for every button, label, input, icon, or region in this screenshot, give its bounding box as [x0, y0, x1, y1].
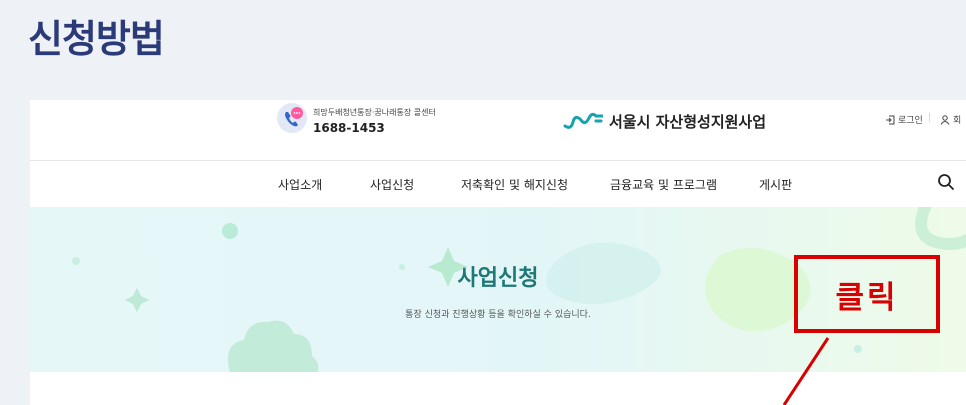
- search-icon: [938, 174, 954, 190]
- nav-item-board[interactable]: 게시판: [759, 176, 792, 193]
- signup-label: 회: [953, 116, 962, 126]
- nav-item-apply[interactable]: 사업신청: [370, 176, 414, 193]
- hotline-number: 1688-1453: [313, 121, 385, 135]
- main-nav: 사업소개 사업신청 저축확인 및 해지신청 금융교육 및 프로그램 게시판: [30, 161, 966, 206]
- signup-link[interactable]: 회: [940, 113, 961, 126]
- util-divider: |: [928, 113, 932, 123]
- website-screenshot: 희망두배청년통장·꿈나래통장 콜센터 1688-1453 서울시 자산형성지원사…: [30, 100, 966, 405]
- phone-chat-icon: [277, 103, 307, 133]
- user-icon: [940, 114, 950, 125]
- click-callout-label: 클릭: [835, 279, 899, 316]
- click-callout: 클릭: [794, 255, 940, 333]
- login-label: 로그인: [898, 116, 923, 126]
- nav-item-intro[interactable]: 사업소개: [278, 176, 322, 193]
- site-logo[interactable]: 서울시 자산형성지원사업: [563, 108, 766, 134]
- search-button[interactable]: [937, 173, 955, 195]
- swf-logo-icon: [563, 112, 603, 129]
- page-title: 신청방법: [28, 17, 165, 61]
- nav-item-savings[interactable]: 저축확인 및 해지신청: [461, 176, 568, 193]
- nav-item-education[interactable]: 금융교육 및 프로그램: [610, 176, 717, 193]
- site-header: 희망두배청년통장·꿈나래통장 콜센터 1688-1453 서울시 자산형성지원사…: [30, 100, 966, 161]
- hotline-label: 희망두배청년통장·꿈나래통장 콜센터: [313, 108, 436, 117]
- logo-title: 서울시 자산형성지원사업: [609, 112, 767, 131]
- login-icon: [886, 115, 895, 124]
- login-link[interactable]: 로그인: [885, 113, 923, 126]
